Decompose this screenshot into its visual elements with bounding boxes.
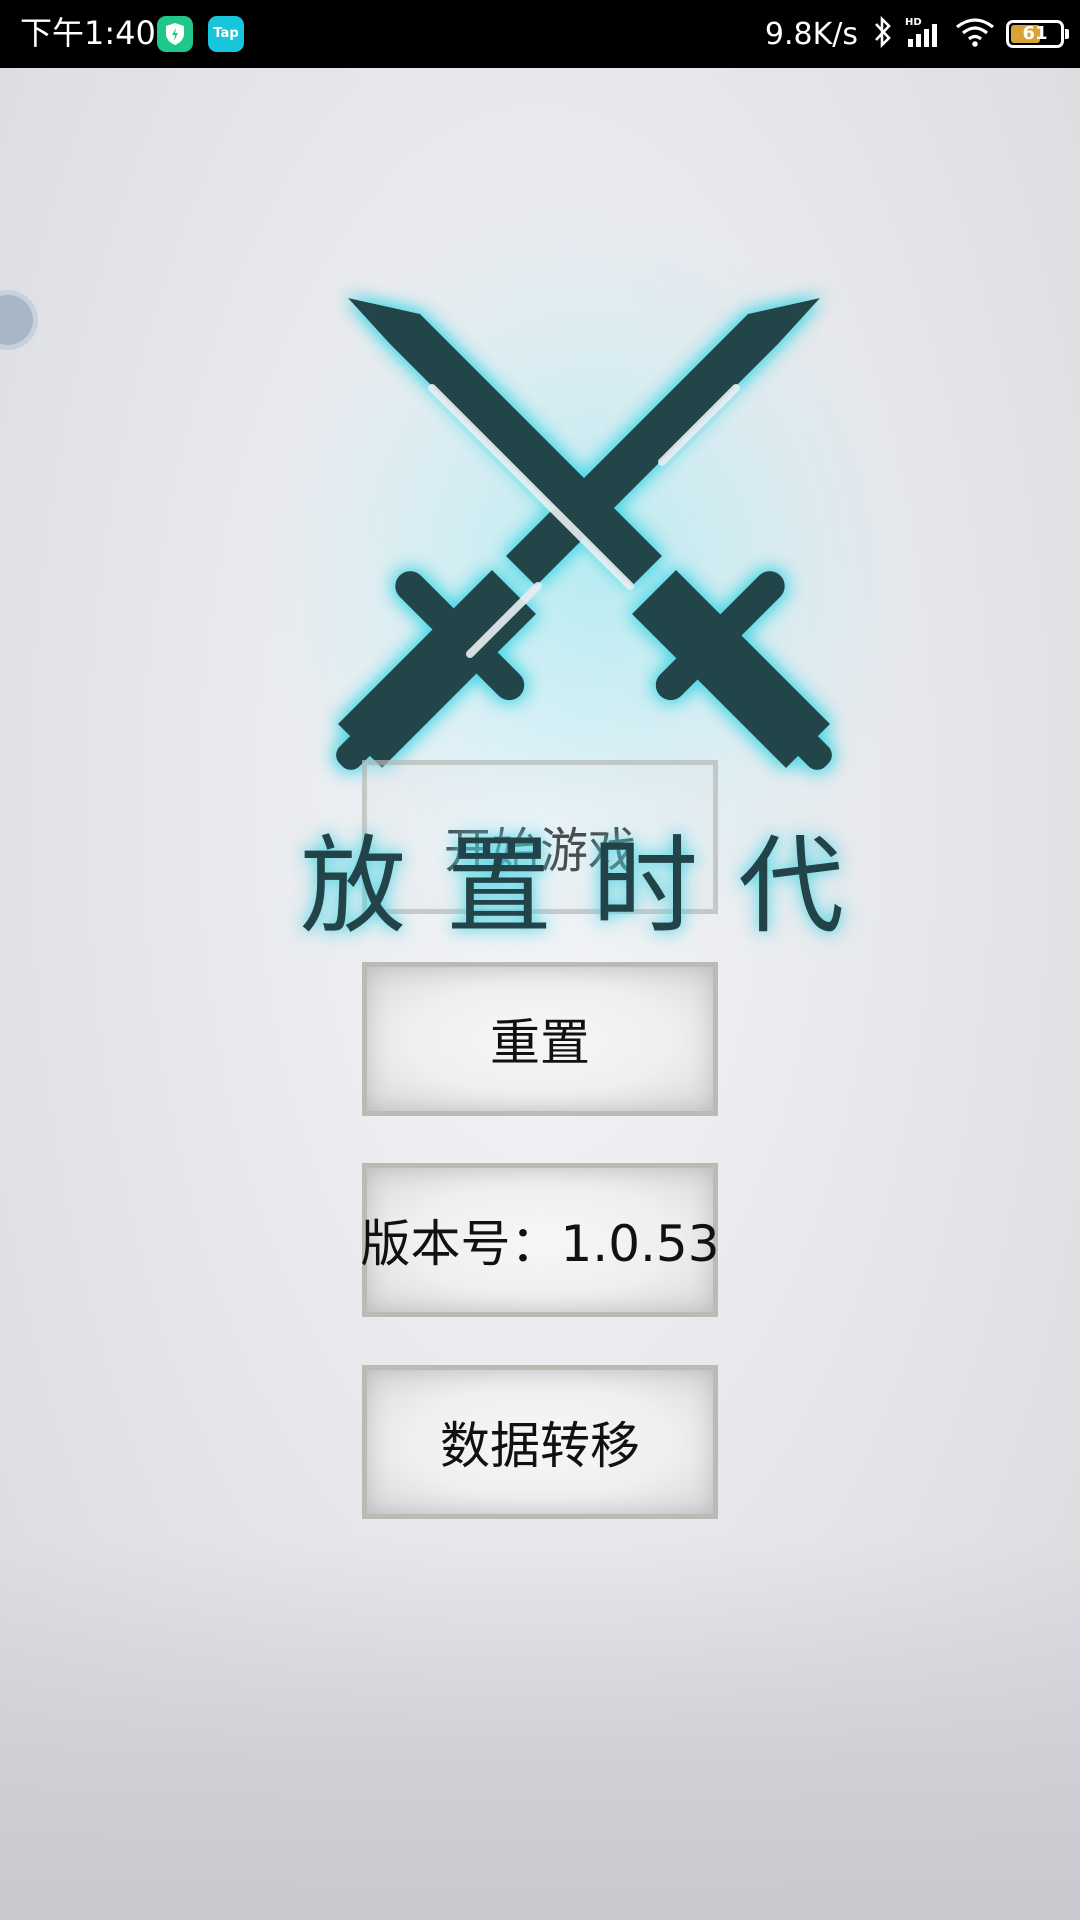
game-title: 放置时代 bbox=[300, 825, 884, 948]
wifi-icon bbox=[954, 15, 996, 53]
hd-signal-icon: HD bbox=[904, 15, 944, 53]
bluetooth-icon bbox=[872, 15, 894, 53]
crossed-swords-icon bbox=[310, 260, 870, 800]
svg-text:HD: HD bbox=[905, 17, 922, 28]
status-right-group: 9.8K/s HD 61 bbox=[764, 0, 1069, 68]
tap-app-icon: Tap bbox=[208, 16, 244, 52]
data-transfer-button[interactable]: 数据转移 bbox=[362, 1365, 718, 1519]
version-button[interactable]: 版本号：1.0.53 bbox=[360, 1163, 720, 1317]
battery-icon: 61 bbox=[1006, 20, 1069, 48]
background-haze bbox=[0, 1540, 1080, 1920]
status-time: 下午1:40 bbox=[20, 14, 156, 52]
reset-button[interactable]: 重置 bbox=[362, 962, 718, 1116]
status-bar: 下午1:40 Tap 9.8K/s HD 61 bbox=[0, 0, 1080, 68]
battery-level: 61 bbox=[1022, 23, 1048, 44]
shield-app-icon bbox=[157, 16, 193, 52]
network-speed: 9.8K/s bbox=[764, 16, 858, 52]
